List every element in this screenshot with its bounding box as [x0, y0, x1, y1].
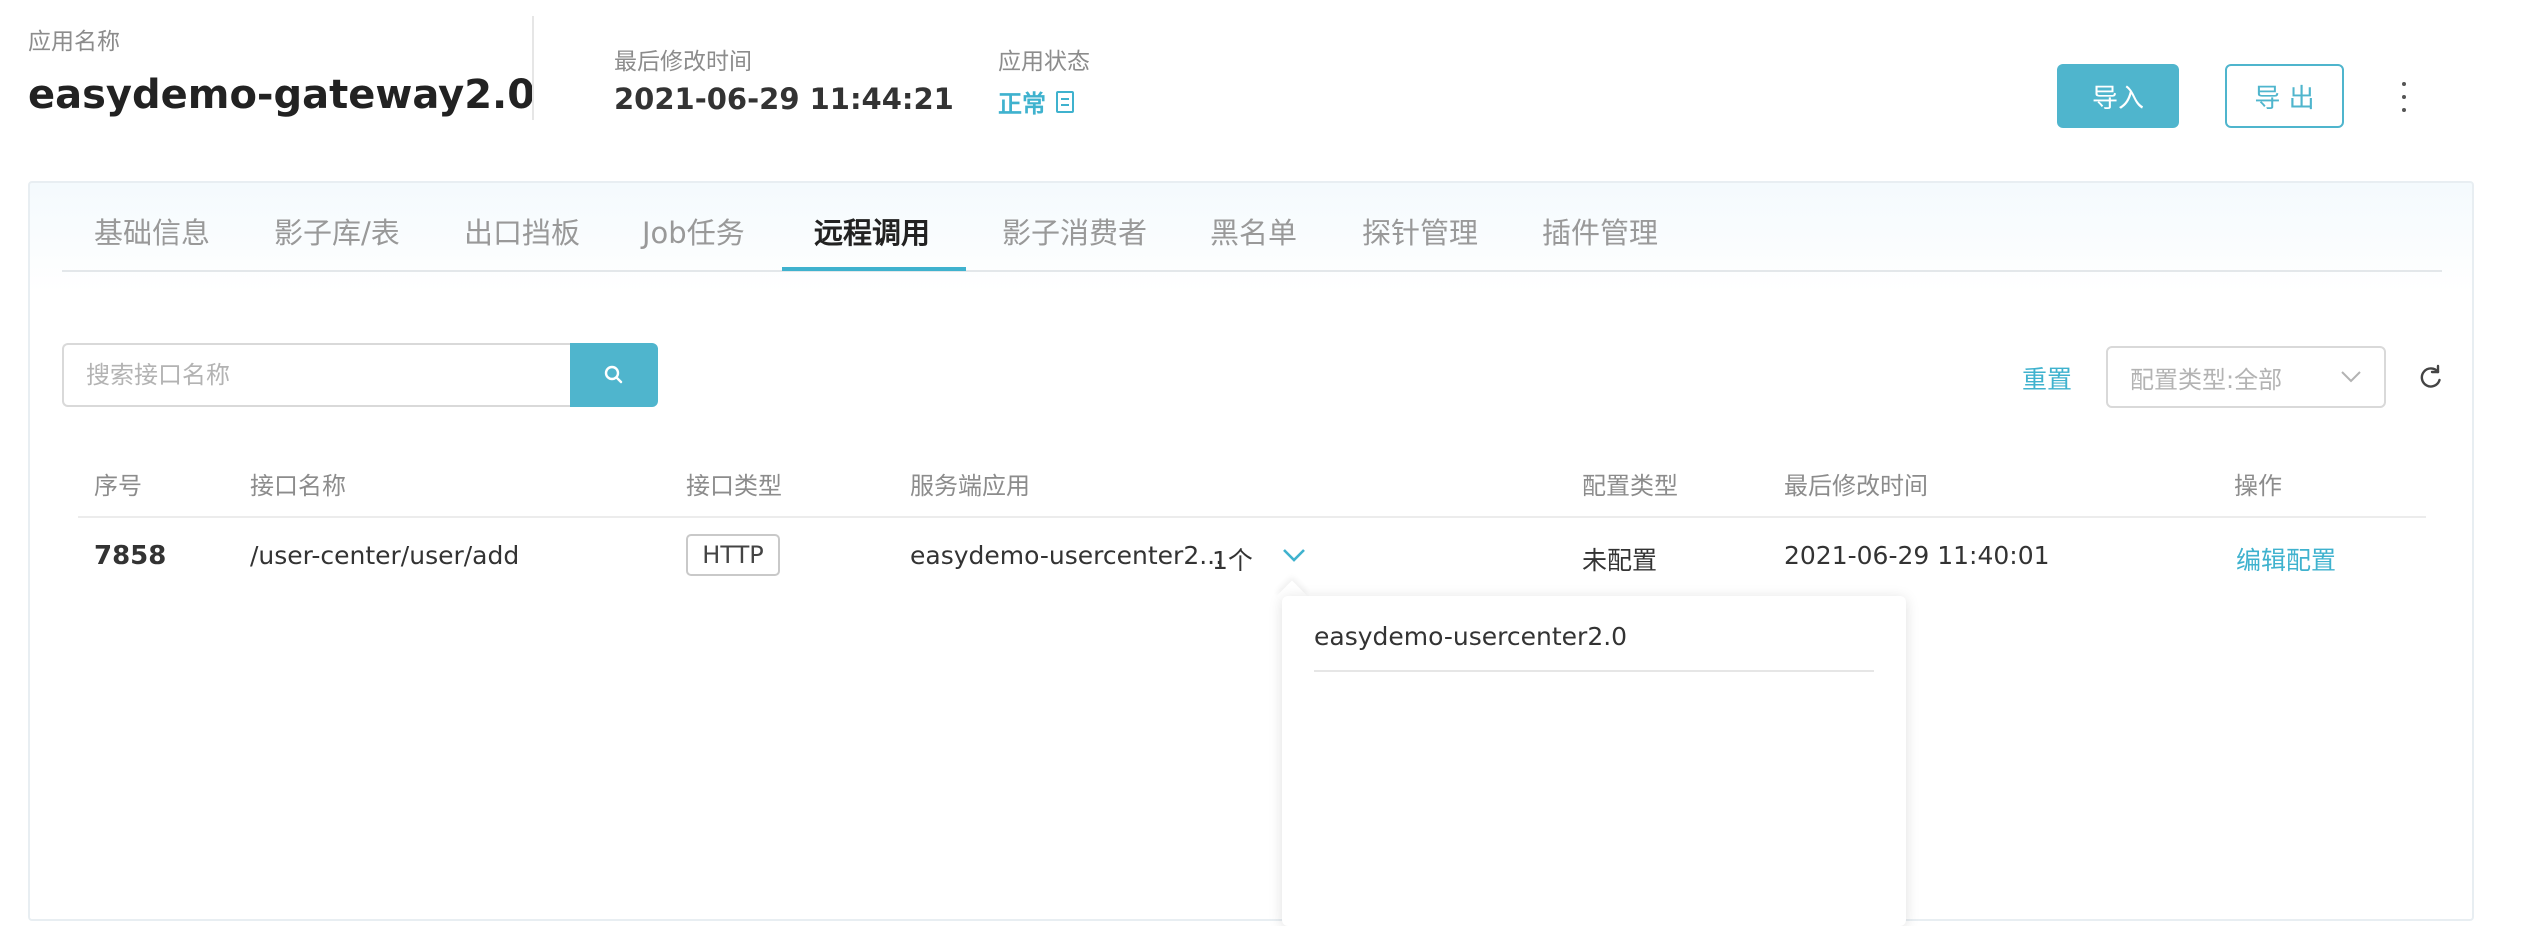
tab-basic-info[interactable]: 基础信息	[94, 210, 210, 252]
tab-blacklist[interactable]: 黑名单	[1210, 210, 1297, 252]
row-server-count: 1个	[1212, 546, 1253, 575]
last-modified-label: 最后修改时间	[614, 49, 752, 75]
config-type-select-value: 配置类型:全部	[2130, 365, 2283, 394]
chevron-down-icon[interactable]	[1280, 546, 1308, 566]
tab-remote-call[interactable]: 远程调用	[814, 210, 930, 252]
app-name: easydemo-gateway2.0	[28, 72, 536, 118]
active-tab-indicator	[782, 267, 966, 271]
app-name-label: 应用名称	[28, 29, 120, 55]
export-button[interactable]: 导 出	[2225, 64, 2344, 128]
search-icon	[604, 365, 623, 384]
app-status[interactable]: 正常	[998, 84, 1074, 119]
header-divider	[532, 16, 534, 120]
row-id: 7858	[94, 541, 167, 571]
search-input[interactable]	[62, 343, 572, 407]
column-header-actions: 操作	[2234, 472, 2282, 500]
row-server-app: easydemo-usercenter2...	[910, 541, 1224, 570]
tab-probe-management[interactable]: 探针管理	[1362, 210, 1478, 252]
tab-exit-baffle[interactable]: 出口挡板	[464, 210, 580, 252]
column-header-modified: 最后修改时间	[1784, 472, 1928, 500]
refresh-icon[interactable]	[2416, 362, 2446, 392]
chevron-down-icon	[2341, 371, 2361, 383]
import-button[interactable]: 导入	[2057, 64, 2179, 128]
popover-divider	[1314, 670, 1874, 672]
tab-shadow-consumer[interactable]: 影子消费者	[1002, 210, 1147, 252]
row-modified-time: 2021-06-29 11:40:01	[1784, 541, 2050, 570]
search-button[interactable]	[570, 343, 658, 407]
column-header-id: 序号	[94, 472, 142, 500]
app-status-label: 应用状态	[998, 49, 1090, 75]
more-options-icon[interactable]	[2394, 82, 2414, 112]
column-header-interface: 接口名称	[250, 472, 346, 500]
tab-shadow-db[interactable]: 影子库/表	[274, 210, 400, 252]
column-header-server-app: 服务端应用	[910, 472, 1030, 500]
document-icon[interactable]	[1056, 90, 1074, 113]
row-config-type: 未配置	[1582, 546, 1658, 575]
tab-plugin-management[interactable]: 插件管理	[1542, 210, 1658, 252]
config-type-select[interactable]: 配置类型:全部	[2106, 346, 2386, 408]
last-modified-value: 2021-06-29 11:44:21	[614, 82, 954, 116]
reset-link[interactable]: 重置	[2022, 360, 2072, 396]
row-interface-name: /user-center/user/add	[250, 541, 520, 570]
tab-job-tasks[interactable]: Job任务	[642, 210, 745, 252]
column-header-config-type: 配置类型	[1582, 472, 1678, 500]
table-header-divider	[78, 516, 2426, 518]
app-status-text: 正常	[998, 90, 1046, 118]
popover-list-item: easydemo-usercenter2.0	[1314, 622, 1628, 651]
column-header-type: 接口类型	[686, 472, 782, 500]
edit-config-link[interactable]: 编辑配置	[2236, 541, 2336, 577]
tabs-divider	[62, 270, 2442, 272]
row-type-badge: HTTP	[686, 534, 780, 576]
